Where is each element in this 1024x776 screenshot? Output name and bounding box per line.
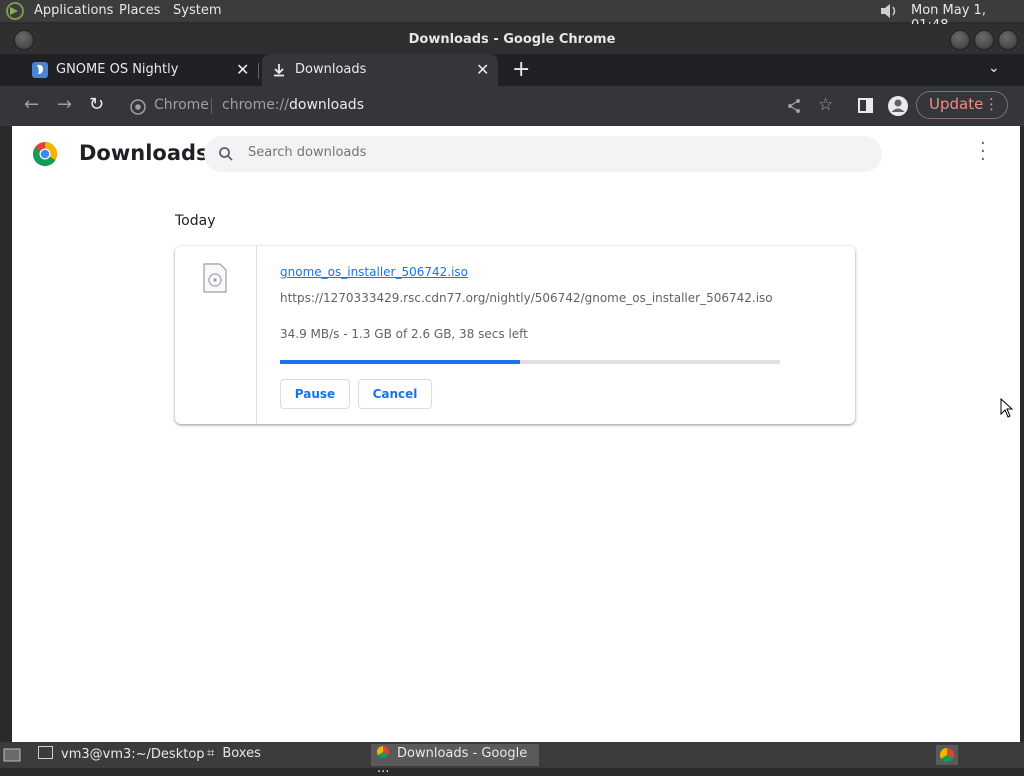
kebab-menu-icon: ⋮ bbox=[984, 95, 999, 113]
terminal-icon bbox=[38, 746, 53, 759]
tab-divider bbox=[258, 63, 259, 79]
cancel-button[interactable]: Cancel bbox=[358, 379, 432, 409]
window-title: Downloads - Google Chrome bbox=[408, 32, 616, 47]
download-progress-fill bbox=[280, 360, 520, 364]
task-label: Boxes bbox=[222, 746, 261, 761]
download-icon bbox=[274, 64, 284, 77]
side-panel-icon[interactable] bbox=[858, 98, 873, 113]
chrome-site-icon[interactable] bbox=[130, 99, 146, 115]
share-icon[interactable] bbox=[786, 98, 802, 114]
disc-file-icon bbox=[203, 263, 227, 293]
task-chrome-downloads[interactable]: Downloads - Google ... bbox=[371, 744, 539, 776]
search-input[interactable] bbox=[248, 145, 848, 160]
search-box[interactable] bbox=[204, 136, 882, 172]
pause-button[interactable]: Pause bbox=[280, 379, 350, 409]
boxes-icon: ⌗ bbox=[207, 746, 215, 761]
places-menu[interactable]: Places bbox=[119, 3, 160, 18]
forward-arrow-icon[interactable]: → bbox=[57, 94, 72, 115]
workspace-switcher[interactable] bbox=[936, 745, 958, 765]
task-label: vm3@vm3:~/Desktop bbox=[61, 747, 205, 762]
file-icon-column bbox=[175, 246, 257, 424]
bookmark-star-icon[interactable]: ☆ bbox=[818, 95, 833, 115]
page-title: Downloads bbox=[79, 141, 209, 165]
gnome-favicon-icon bbox=[32, 62, 48, 78]
close-icon[interactable]: ✕ bbox=[476, 60, 489, 79]
browser-toolbar: ← → ↻ Chrome chrome://downloads ☆ Update… bbox=[0, 86, 1024, 126]
volume-icon[interactable] bbox=[878, 2, 900, 20]
new-tab-plus-icon[interactable]: + bbox=[512, 57, 530, 82]
more-actions-kebab-icon[interactable]: · · · bbox=[980, 135, 986, 169]
url-scheme: chrome:// bbox=[222, 97, 289, 113]
tab-downloads[interactable]: Downloads ✕ bbox=[262, 54, 498, 86]
tab-search-chevron-down-icon[interactable]: ⌄ bbox=[988, 60, 1000, 76]
profile-avatar-icon[interactable] bbox=[887, 95, 909, 117]
download-card: gnome_os_installer_506742.iso https://12… bbox=[175, 246, 855, 424]
download-progress-bar bbox=[280, 360, 780, 364]
tab-label: GNOME OS Nightly bbox=[56, 62, 179, 77]
applications-menu[interactable]: Applications bbox=[34, 3, 113, 18]
show-desktop-icon[interactable] bbox=[3, 747, 21, 763]
download-filename-link[interactable]: gnome_os_installer_506742.iso bbox=[280, 265, 468, 279]
window-titlebar[interactable]: Downloads - Google Chrome bbox=[0, 24, 1024, 54]
downloads-page: Downloads ··· Today gnome_os_installer_5… bbox=[12, 126, 1020, 742]
maximize-button[interactable] bbox=[974, 30, 994, 50]
task-label: Downloads - Google ... bbox=[377, 746, 528, 776]
url-host: downloads bbox=[289, 97, 364, 113]
close-icon[interactable]: ✕ bbox=[236, 60, 249, 79]
back-arrow-icon[interactable]: ← bbox=[24, 94, 39, 115]
chrome-icon bbox=[940, 748, 954, 762]
window-menu-button[interactable] bbox=[14, 30, 34, 50]
system-menu[interactable]: System bbox=[173, 3, 221, 18]
download-source-url[interactable]: https://1270333429.rsc.cdn77.org/nightly… bbox=[280, 291, 773, 305]
update-button[interactable]: Update ⋮ bbox=[916, 91, 1008, 119]
close-window-button[interactable] bbox=[998, 30, 1018, 50]
task-terminal[interactable]: vm3@vm3:~/Desktop bbox=[38, 746, 205, 762]
minimize-button[interactable] bbox=[950, 30, 970, 50]
update-label: Update bbox=[929, 95, 984, 113]
section-heading-today: Today bbox=[175, 213, 216, 229]
task-boxes[interactable]: ⌗ Boxes bbox=[207, 746, 261, 761]
chrome-icon bbox=[377, 746, 389, 758]
tab-gnome-os-nightly[interactable]: GNOME OS Nightly ✕ bbox=[22, 54, 258, 86]
mouse-pointer-icon bbox=[1000, 398, 1014, 418]
bottom-taskbar: vm3@vm3:~/Desktop ⌗ Boxes Downloads - Goo… bbox=[0, 742, 1024, 776]
reload-icon[interactable]: ↻ bbox=[89, 94, 104, 115]
search-icon bbox=[219, 147, 233, 161]
omnibox-url[interactable]: chrome://downloads bbox=[222, 97, 364, 113]
top-panel: Applications Places System Mon May 1, 01… bbox=[0, 0, 1024, 33]
download-status: 34.9 MB/s - 1.3 GB of 2.6 GB, 38 secs le… bbox=[280, 327, 528, 341]
gnome-foot-icon[interactable] bbox=[4, 1, 26, 21]
tab-label: Downloads bbox=[295, 62, 367, 77]
tab-strip: GNOME OS Nightly ✕ Downloads ✕ + ⌄ bbox=[0, 54, 1024, 86]
omnibox-site-label[interactable]: Chrome bbox=[154, 97, 209, 113]
omnibox-divider bbox=[211, 98, 212, 114]
chrome-logo-icon bbox=[32, 142, 58, 167]
